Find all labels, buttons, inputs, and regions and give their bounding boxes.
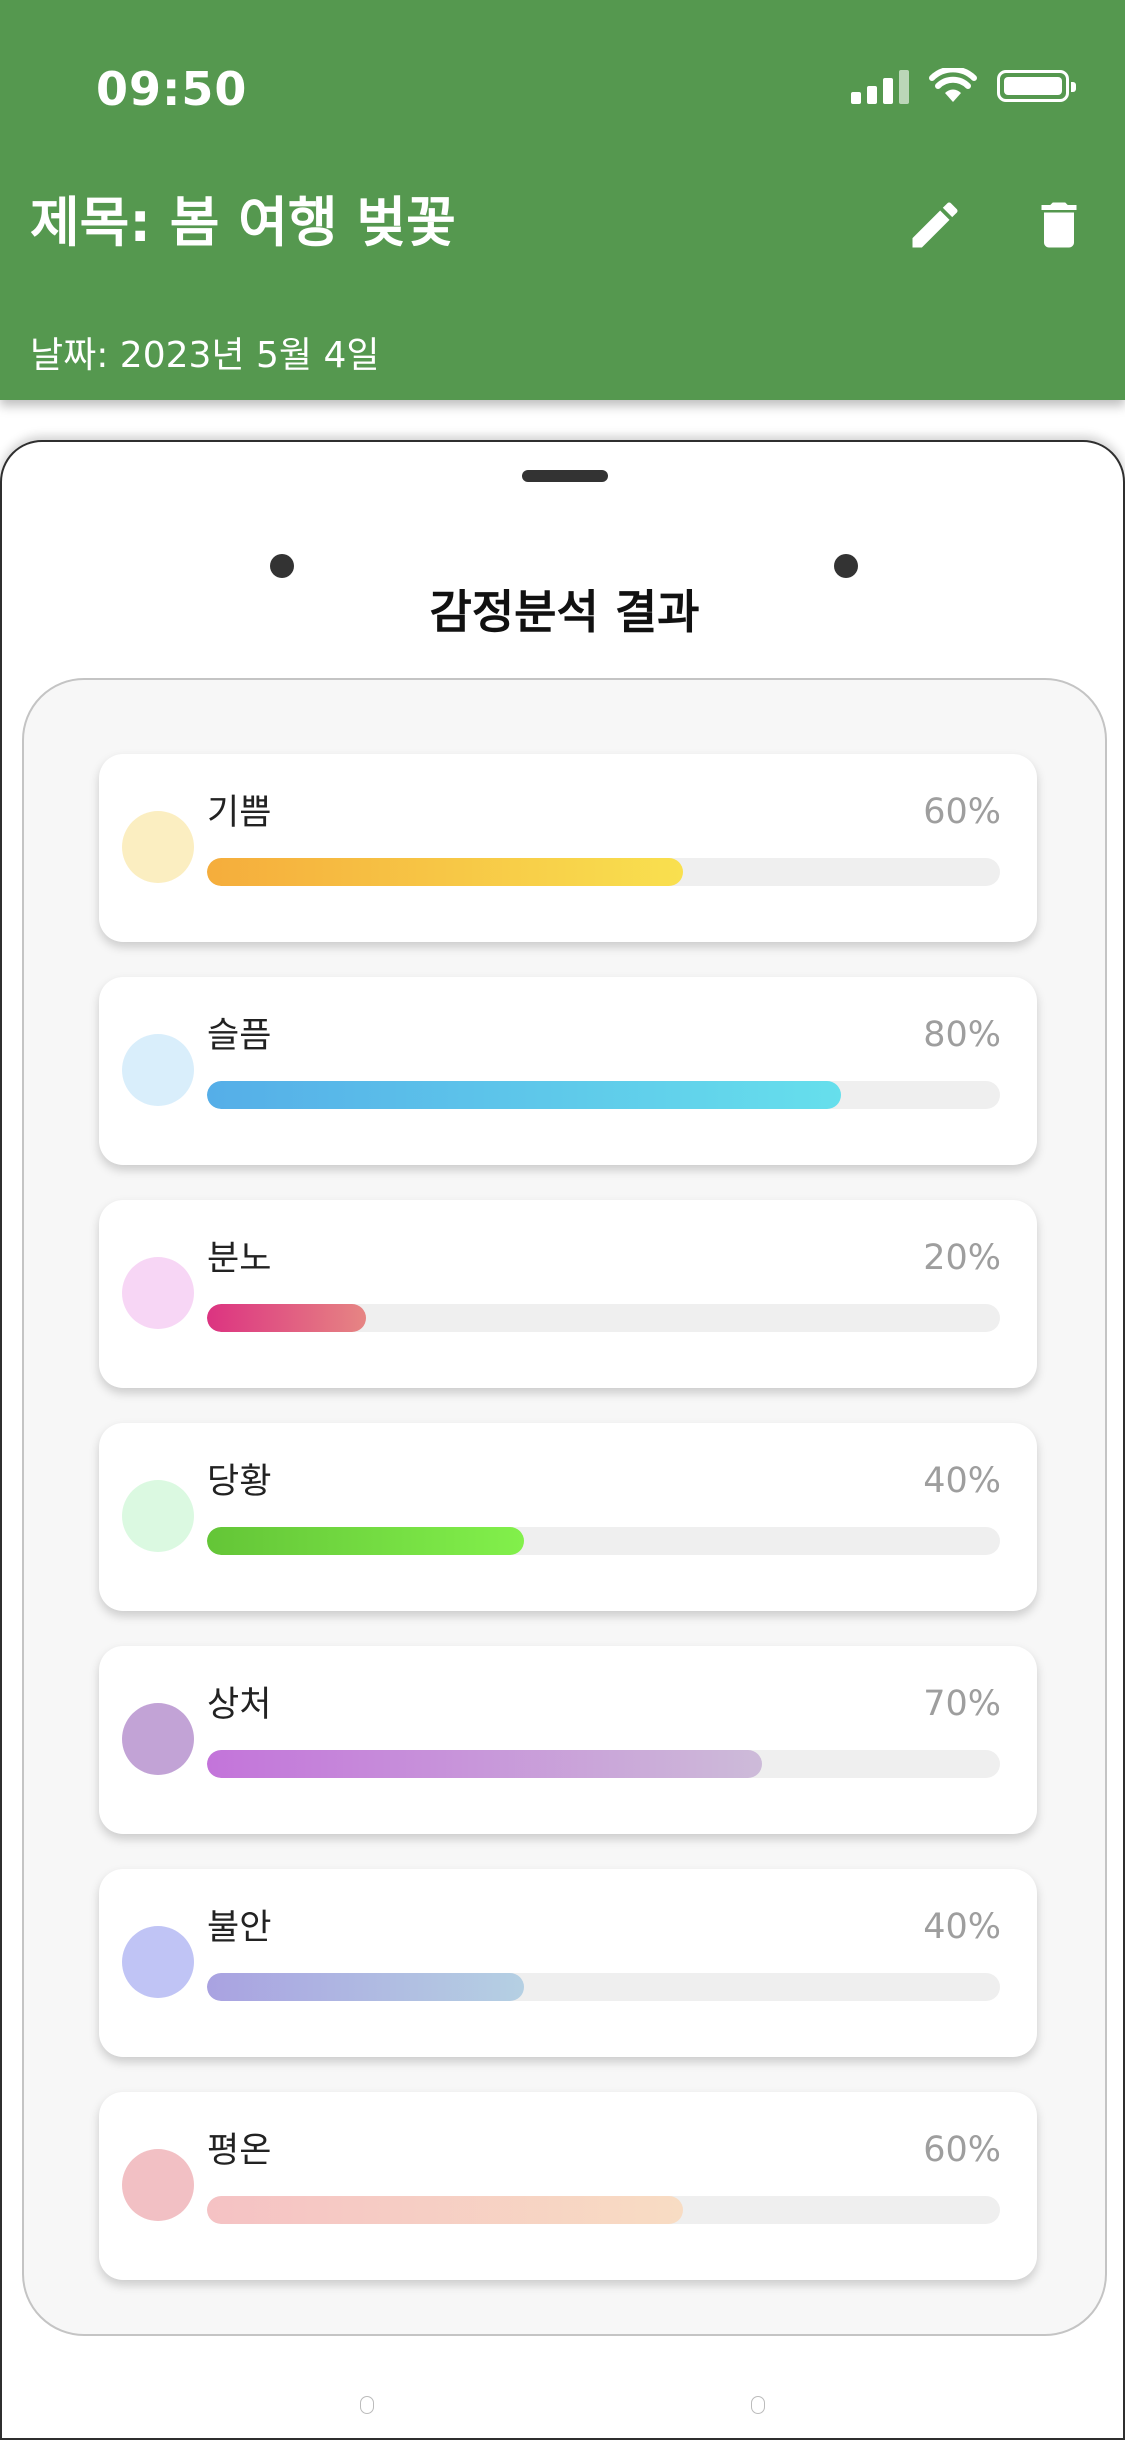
emotion-icon [122, 2149, 194, 2221]
emotion-label: 기쁨 [207, 793, 272, 833]
emotion-percent: 70% [923, 1684, 1001, 1724]
trash-icon [1041, 202, 1077, 248]
emotion-bar-track [207, 1527, 1000, 1555]
emotion-label: 슬픔 [207, 1016, 272, 1056]
emotion-card: 상처 70% [99, 1646, 1037, 1834]
status-time: 09:50 [96, 62, 248, 116]
wifi-icon [929, 68, 977, 102]
emotion-bar-fill [207, 1973, 525, 2001]
emotion-bar-fill [207, 858, 683, 886]
emotion-percent: 80% [923, 1015, 1001, 1055]
emotion-card: 기쁨 60% [99, 754, 1037, 942]
emotion-percent: 60% [923, 792, 1001, 832]
emotion-bar-track [207, 1081, 1000, 1109]
decor-dot [834, 554, 858, 578]
emotion-card: 슬픔 80% [99, 977, 1037, 1165]
battery-icon [997, 70, 1076, 102]
bottom-indicator [360, 2396, 765, 2414]
emotion-icon [122, 1257, 194, 1329]
emotion-bar-track [207, 1750, 1000, 1778]
emotion-card: 불안 40% [99, 1869, 1037, 2057]
emotion-label: 상처 [207, 1685, 272, 1725]
emotion-bar-fill [207, 2196, 683, 2224]
emotion-bar-track [207, 1973, 1000, 2001]
emotion-card: 분노 20% [99, 1200, 1037, 1388]
emotion-bar-track [207, 2196, 1000, 2224]
emotion-icon [122, 1703, 194, 1775]
emotion-icon [122, 1926, 194, 1998]
emotion-label: 당황 [207, 1462, 272, 1502]
pencil-icon [912, 202, 958, 248]
emotion-icon [122, 1480, 194, 1552]
emotion-bar-track [207, 1304, 1000, 1332]
emotion-bar-fill [207, 1304, 366, 1332]
drag-handle[interactable] [522, 470, 608, 482]
emotion-label: 분노 [207, 1239, 272, 1279]
sheet-title: 감정분석 결과 [429, 585, 700, 639]
emotion-results-panel: 기쁨 60% 슬픔 80% 분노 20% 당황 40% 상처 70% 불안 40… [22, 678, 1107, 2336]
emotion-bar-fill [207, 1750, 763, 1778]
decor-dot [270, 554, 294, 578]
emotion-percent: 60% [923, 2130, 1001, 2170]
emotion-percent: 20% [923, 1238, 1001, 1278]
entry-date: 날짜: 2023년 5월 4일 [30, 335, 380, 376]
edit-button[interactable] [900, 190, 970, 260]
result-sheet: 감정분석 결과 기쁨 60% 슬픔 80% 분노 20% 당황 40% 상처 7… [0, 440, 1125, 2440]
delete-button[interactable] [1024, 190, 1094, 260]
emotion-bar-fill [207, 1081, 842, 1109]
signal-icon [851, 68, 909, 104]
emotion-percent: 40% [923, 1461, 1001, 1501]
emotion-percent: 40% [923, 1907, 1001, 1947]
emotion-icon [122, 1034, 194, 1106]
emotion-icon [122, 811, 194, 883]
emotion-label: 평온 [207, 2131, 272, 2171]
emotion-card: 당황 40% [99, 1423, 1037, 1611]
emotion-bar-fill [207, 1527, 525, 1555]
emotion-label: 불안 [207, 1908, 272, 1948]
page-title: 제목: 봄 여행 벚꽃 [30, 191, 456, 254]
status-icons [851, 68, 1076, 104]
emotion-card: 평온 60% [99, 2092, 1037, 2280]
app-header: 09:50 제목: 봄 여행 벚꽃 날짜: 2023년 5월 4일 [0, 0, 1125, 400]
emotion-bar-track [207, 858, 1000, 886]
